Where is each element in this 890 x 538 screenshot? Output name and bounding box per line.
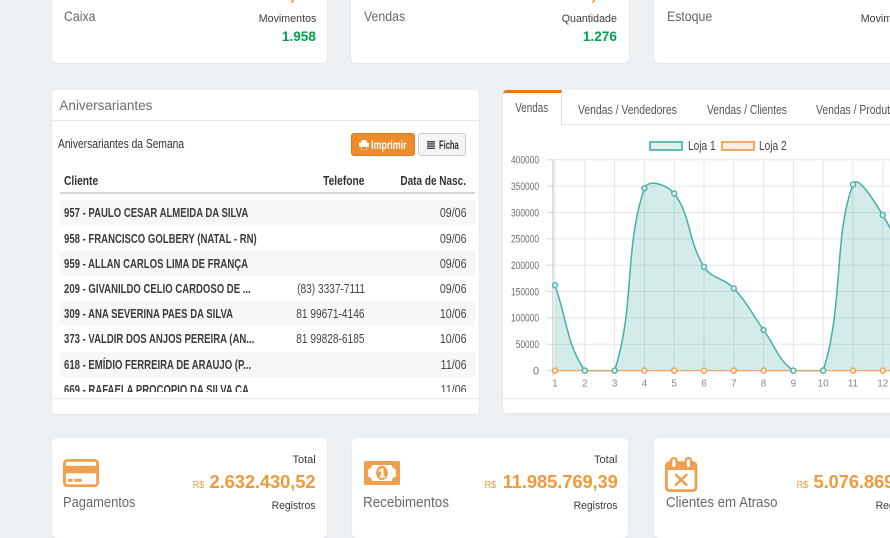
svg-text:12: 12 — [878, 378, 890, 389]
svg-text:100000: 100000 — [511, 313, 539, 325]
svg-text:300000: 300000 — [511, 207, 539, 219]
svg-text:9: 9 — [791, 378, 797, 389]
svg-text:350000: 350000 — [511, 181, 539, 193]
svg-text:2: 2 — [582, 378, 588, 389]
svg-text:6: 6 — [702, 378, 708, 389]
svg-text:8: 8 — [761, 378, 767, 389]
svg-text:11: 11 — [848, 378, 859, 389]
svg-text:250000: 250000 — [511, 234, 539, 246]
svg-text:200000: 200000 — [511, 260, 539, 272]
svg-text:4: 4 — [642, 378, 648, 389]
svg-text:5: 5 — [672, 378, 678, 389]
svg-text:7: 7 — [731, 378, 737, 389]
svg-text:0: 0 — [533, 365, 539, 377]
svg-text:400000: 400000 — [511, 155, 539, 167]
svg-text:3: 3 — [612, 378, 618, 389]
svg-text:10: 10 — [818, 378, 830, 389]
svg-text:150000: 150000 — [511, 286, 539, 298]
svg-text:50000: 50000 — [516, 339, 539, 351]
svg-text:1: 1 — [553, 378, 559, 389]
